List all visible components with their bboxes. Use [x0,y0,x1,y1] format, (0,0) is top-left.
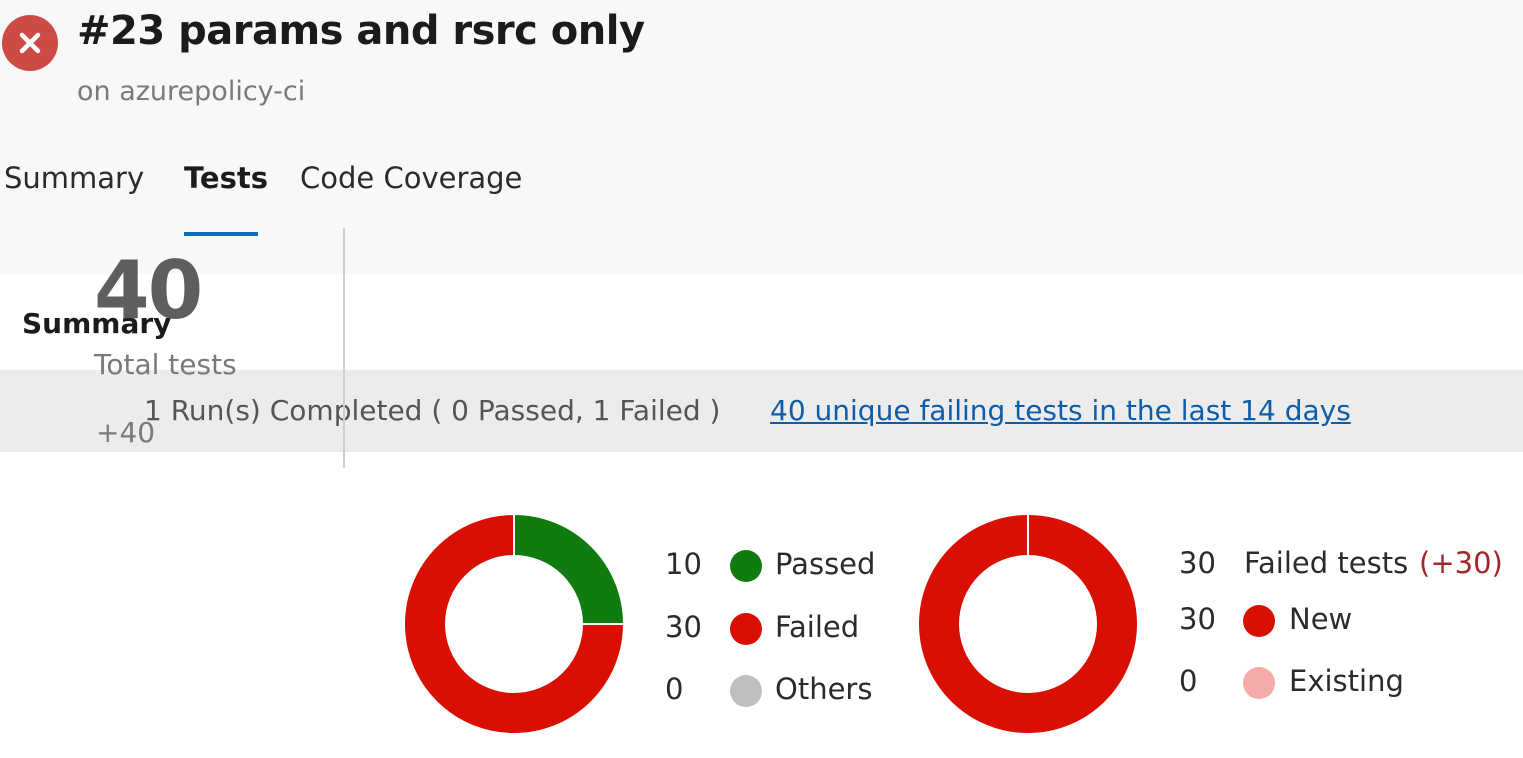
failed-tests-label: Failed tests [1244,546,1409,580]
failed-dot [730,613,762,645]
pipeline-name: on azurepolicy-ci [77,76,306,107]
legend-passed: 10 Passed [665,543,895,583]
failed-count: 30 [665,610,702,644]
others-count: 0 [665,672,684,706]
legend-failed: 30 Failed [665,606,895,646]
close-icon [19,32,41,54]
outcome-donut-chart [403,513,625,735]
active-tab-indicator [184,232,258,236]
failures-donut-chart [917,513,1139,735]
others-label: Others [775,672,873,706]
passed-label: Passed [775,547,876,581]
tab-code-coverage[interactable]: Code Coverage [300,161,522,195]
legend-others: 0 Others [665,668,895,708]
failed-tests-count: 30 [1179,546,1216,580]
others-dot [730,675,762,707]
run-status-bar: 1 Run(s) Completed ( 0 Passed, 1 Failed … [0,370,1523,452]
legend-failed-tests: 30 Failed tests (+30) [1179,542,1519,582]
run-status-text: 1 Run(s) Completed ( 0 Passed, 1 Failed … [144,394,721,427]
new-count: 30 [1179,602,1216,636]
existing-dot [1243,667,1275,699]
passed-dot [730,550,762,582]
total-tests-count: 40 [94,244,203,337]
total-tests-label: Total tests [94,348,237,381]
failed-label: Failed [775,610,860,644]
new-dot [1243,605,1275,637]
page-title: #23 params and rsrc only [77,8,645,54]
outcome-slice-passed [513,513,625,625]
new-label: New [1289,602,1353,636]
tab-tests[interactable]: Tests [184,161,268,195]
legend-new: 30 New [1179,598,1409,638]
legend-existing: 0 Existing [1179,660,1419,700]
failed-tests-delta: (+30) [1419,546,1503,580]
passed-count: 10 [665,547,702,581]
divider [343,228,345,468]
status-failed-icon [2,15,58,71]
tab-summary[interactable]: Summary [4,161,144,195]
total-tests-delta: +40 [96,416,156,449]
existing-count: 0 [1179,664,1198,698]
failing-tests-link[interactable]: 40 unique failing tests in the last 14 d… [770,394,1351,427]
existing-label: Existing [1289,664,1404,698]
